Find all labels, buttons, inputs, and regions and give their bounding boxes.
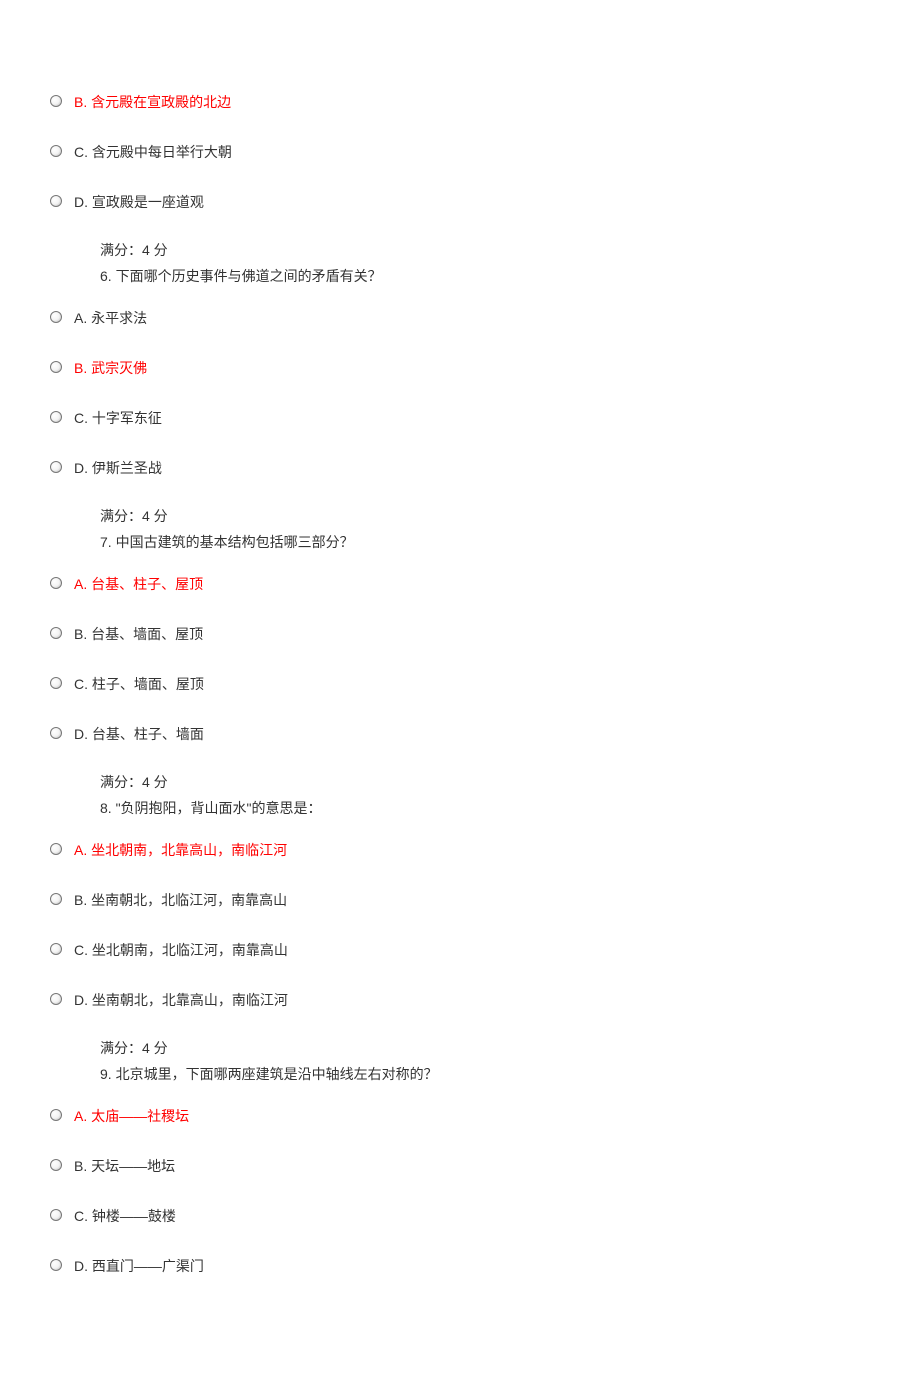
radio-icon[interactable] (50, 311, 62, 323)
question-text: 9. 北京城里，下面哪两座建筑是沿中轴线左右对称的？ (100, 1064, 920, 1084)
option-label: D. 西直门——广渠门 (74, 1254, 204, 1276)
question-text: 8. "负阴抱阳，背山面水"的意思是： (100, 798, 920, 818)
option-label: B. 武宗灭佛 (74, 356, 147, 378)
question-7: 7. 中国古建筑的基本结构包括哪三部分？ A. 台基、柱子、屋顶 B. 台基、墙… (50, 532, 920, 792)
option-label: B. 台基、墙面、屋顶 (74, 622, 203, 644)
option-label: D. 台基、柱子、墙面 (74, 722, 204, 744)
option-row: D. 坐南朝北，北靠高山，南临江河 (50, 988, 920, 1010)
question-9: 9. 北京城里，下面哪两座建筑是沿中轴线左右对称的？ A. 太庙——社稷坛 B.… (50, 1064, 920, 1276)
question-5-tail: B. 含元殿在宣政殿的北边 C. 含元殿中每日举行大朝 D. 宣政殿是一座道观 … (50, 90, 920, 260)
option-row: A. 坐北朝南，北靠高山，南临江河 (50, 838, 920, 860)
full-score-label: 满分：4 分 (100, 1038, 920, 1058)
option-label: C. 柱子、墙面、屋顶 (74, 672, 204, 694)
option-row: B. 含元殿在宣政殿的北边 (50, 90, 920, 112)
option-label: C. 钟楼——鼓楼 (74, 1204, 176, 1226)
question-8: 8. "负阴抱阳，背山面水"的意思是： A. 坐北朝南，北靠高山，南临江河 B.… (50, 798, 920, 1058)
option-row: A. 台基、柱子、屋顶 (50, 572, 920, 594)
option-label: A. 台基、柱子、屋顶 (74, 572, 203, 594)
option-row: D. 台基、柱子、墙面 (50, 722, 920, 744)
question-6: 6. 下面哪个历史事件与佛道之间的矛盾有关？ A. 永平求法 B. 武宗灭佛 C… (50, 266, 920, 526)
option-row: C. 含元殿中每日举行大朝 (50, 140, 920, 162)
option-row: C. 坐北朝南，北临江河，南靠高山 (50, 938, 920, 960)
radio-icon[interactable] (50, 411, 62, 423)
option-row: B. 武宗灭佛 (50, 356, 920, 378)
radio-icon[interactable] (50, 893, 62, 905)
option-label: D. 坐南朝北，北靠高山，南临江河 (74, 988, 288, 1010)
radio-icon[interactable] (50, 1209, 62, 1221)
radio-icon[interactable] (50, 627, 62, 639)
option-row: D. 西直门——广渠门 (50, 1254, 920, 1276)
option-label: D. 伊斯兰圣战 (74, 456, 162, 478)
radio-icon[interactable] (50, 95, 62, 107)
radio-icon[interactable] (50, 1159, 62, 1171)
option-row: C. 十字军东征 (50, 406, 920, 428)
option-row: B. 坐南朝北，北临江河，南靠高山 (50, 888, 920, 910)
radio-icon[interactable] (50, 461, 62, 473)
option-label: A. 永平求法 (74, 306, 147, 328)
question-text: 7. 中国古建筑的基本结构包括哪三部分？ (100, 532, 920, 552)
option-row: A. 永平求法 (50, 306, 920, 328)
full-score-label: 满分：4 分 (100, 772, 920, 792)
radio-icon[interactable] (50, 843, 62, 855)
option-label: A. 太庙——社稷坛 (74, 1104, 189, 1126)
option-row: B. 天坛——地坛 (50, 1154, 920, 1176)
radio-icon[interactable] (50, 1109, 62, 1121)
option-row: B. 台基、墙面、屋顶 (50, 622, 920, 644)
option-label: D. 宣政殿是一座道观 (74, 190, 204, 212)
option-label: B. 天坛——地坛 (74, 1154, 175, 1176)
radio-icon[interactable] (50, 1259, 62, 1271)
radio-icon[interactable] (50, 677, 62, 689)
radio-icon[interactable] (50, 145, 62, 157)
option-label: C. 十字军东征 (74, 406, 162, 428)
option-label: C. 坐北朝南，北临江河，南靠高山 (74, 938, 288, 960)
radio-icon[interactable] (50, 943, 62, 955)
radio-icon[interactable] (50, 993, 62, 1005)
full-score-label: 满分：4 分 (100, 506, 920, 526)
question-text: 6. 下面哪个历史事件与佛道之间的矛盾有关？ (100, 266, 920, 286)
option-label: B. 含元殿在宣政殿的北边 (74, 90, 231, 112)
radio-icon[interactable] (50, 361, 62, 373)
option-row: A. 太庙——社稷坛 (50, 1104, 920, 1126)
option-row: C. 钟楼——鼓楼 (50, 1204, 920, 1226)
option-label: B. 坐南朝北，北临江河，南靠高山 (74, 888, 287, 910)
radio-icon[interactable] (50, 727, 62, 739)
option-row: D. 伊斯兰圣战 (50, 456, 920, 478)
radio-icon[interactable] (50, 195, 62, 207)
option-row: D. 宣政殿是一座道观 (50, 190, 920, 212)
full-score-label: 满分：4 分 (100, 240, 920, 260)
radio-icon[interactable] (50, 577, 62, 589)
option-row: C. 柱子、墙面、屋顶 (50, 672, 920, 694)
option-label: A. 坐北朝南，北靠高山，南临江河 (74, 838, 287, 860)
option-label: C. 含元殿中每日举行大朝 (74, 140, 232, 162)
